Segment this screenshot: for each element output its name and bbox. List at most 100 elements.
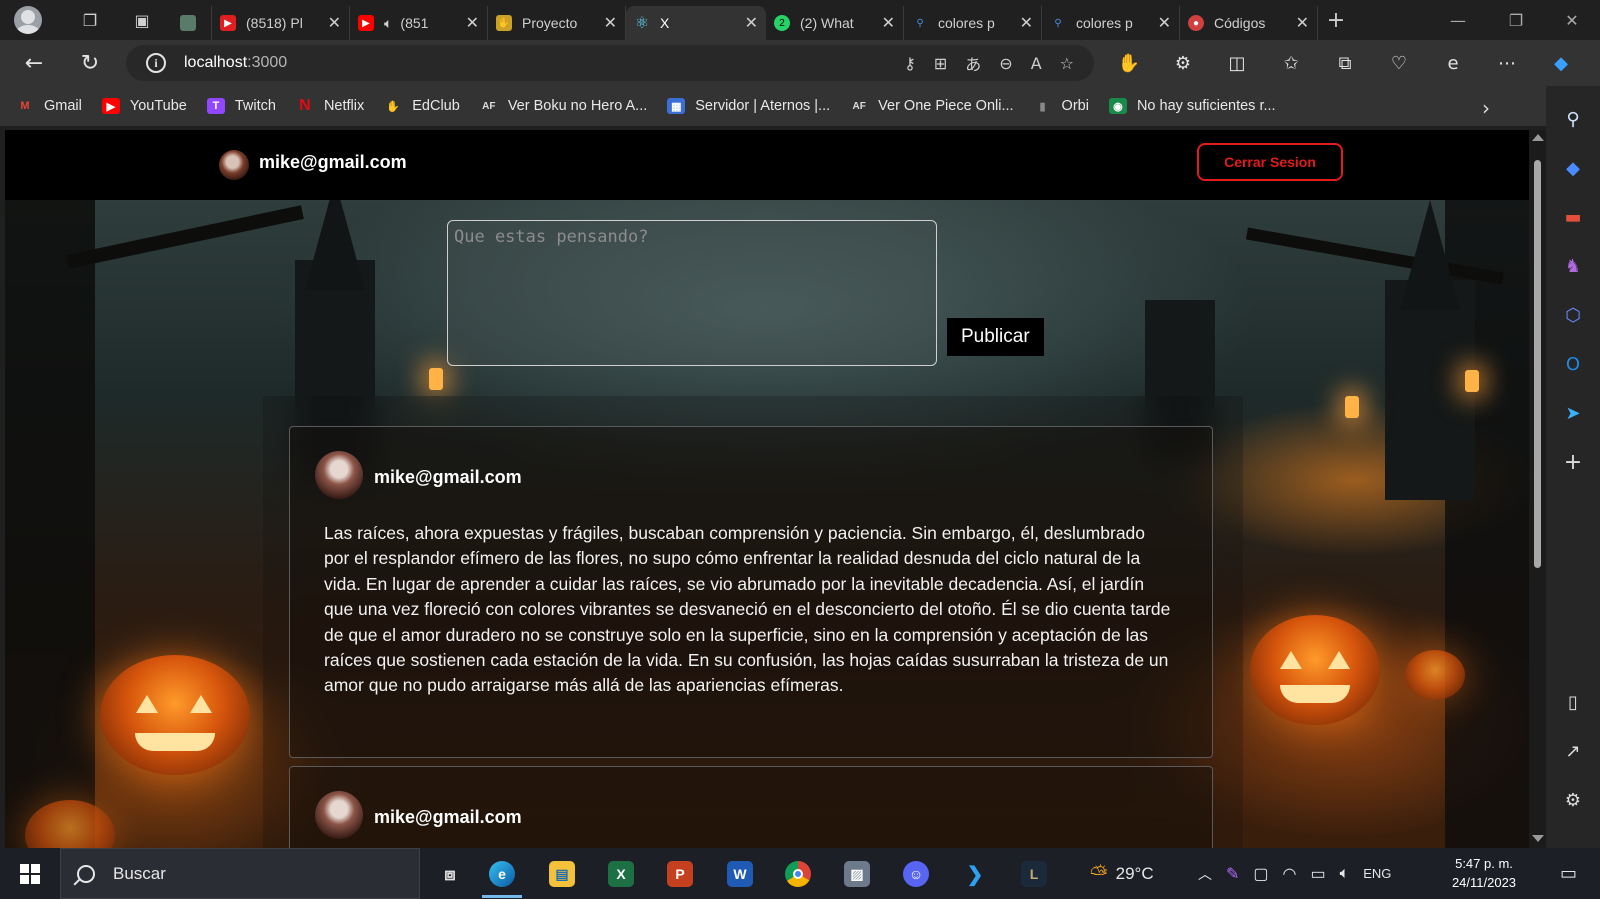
- bookmark-aternos[interactable]: ▦ Servidor | Aternos |...: [667, 98, 830, 114]
- tab-6[interactable]: ⚲ colores p ✕: [904, 6, 1042, 40]
- wifi-icon[interactable]: ◠: [1283, 864, 1297, 884]
- browser-essentials-icon[interactable]: ♡: [1376, 45, 1422, 81]
- close-icon[interactable]: ✕: [1020, 13, 1033, 33]
- zoom-out-icon[interactable]: ⊖: [999, 54, 1012, 73]
- reload-icon[interactable]: ↻: [70, 45, 110, 81]
- close-window-icon[interactable]: ✕: [1544, 0, 1600, 40]
- site-info-icon[interactable]: i: [146, 53, 166, 73]
- bookmark-twitch[interactable]: T Twitch: [206, 98, 276, 114]
- start-button[interactable]: [0, 848, 60, 899]
- bookmark-edclub[interactable]: ✋ EdClub: [384, 98, 459, 114]
- tab-5[interactable]: 2 (2) What ✕: [766, 6, 904, 40]
- discord-icon[interactable]: ☺: [894, 854, 938, 894]
- close-icon[interactable]: ✕: [466, 13, 479, 33]
- new-tab-icon[interactable]: +: [1318, 2, 1354, 38]
- weather-widget[interactable]: ⛅︎ 29°C: [1090, 848, 1154, 899]
- tab-7[interactable]: ⚲ colores p ✕: [1042, 6, 1180, 40]
- profile-avatar-icon[interactable]: [14, 6, 42, 34]
- bookmark-no-hay-suficientes[interactable]: ◉ No hay suficientes r...: [1108, 98, 1276, 114]
- post-input[interactable]: [448, 221, 936, 365]
- powerpoint-icon[interactable]: P: [658, 854, 702, 894]
- tab-1[interactable]: ▶ (8518) Pl ✕: [212, 6, 350, 40]
- edge-icon[interactable]: e: [1430, 45, 1476, 81]
- translate-icon[interactable]: あ: [965, 51, 981, 75]
- workspaces-icon[interactable]: ❐: [72, 2, 108, 38]
- chrome-icon[interactable]: [776, 854, 820, 894]
- chevron-up-icon[interactable]: ︿: [1198, 864, 1212, 884]
- sidebar-panel-icon[interactable]: ▯: [1557, 686, 1589, 718]
- taskbar-search[interactable]: Buscar: [60, 848, 420, 899]
- volume-icon[interactable]: 🔈︎: [1340, 865, 1350, 883]
- tab-8[interactable]: ● Códigos ✕: [1180, 6, 1318, 40]
- tab-3[interactable]: ✋ Proyecto ✕: [488, 6, 626, 40]
- meet-now-icon[interactable]: ▢: [1253, 864, 1268, 884]
- photos-icon[interactable]: ▨: [835, 854, 879, 894]
- send-icon[interactable]: ➤: [1557, 397, 1589, 429]
- language-indicator[interactable]: ENG: [1363, 866, 1391, 881]
- scroll-down-icon[interactable]: [1532, 835, 1544, 842]
- address-bar[interactable]: i localhost:3000 ⚷ ⊞ あ ⊖ A ☆: [126, 45, 1094, 81]
- favorites-icon[interactable]: ✩: [1268, 45, 1314, 81]
- tab-0[interactable]: [172, 6, 212, 40]
- excel-icon[interactable]: X: [599, 854, 643, 894]
- tools-icon[interactable]: ▬: [1557, 201, 1589, 233]
- external-link-icon[interactable]: ↗: [1557, 735, 1589, 767]
- restore-icon[interactable]: ❐: [1488, 0, 1544, 40]
- league-of-legends-icon[interactable]: L: [1012, 854, 1056, 894]
- collections-icon[interactable]: ⧉: [1322, 45, 1368, 81]
- vscode-icon[interactable]: ❯: [953, 854, 997, 894]
- user-avatar[interactable]: [219, 150, 249, 180]
- close-icon[interactable]: ✕: [882, 13, 895, 33]
- split-screen-icon[interactable]: ◫: [1214, 45, 1260, 81]
- tab-2[interactable]: ▶ 🔈︎ (851 ✕: [350, 6, 488, 40]
- settings-gear-icon[interactable]: ⚙: [1557, 784, 1589, 816]
- more-options-icon[interactable]: ⋯: [1484, 45, 1530, 81]
- close-icon[interactable]: ✕: [328, 13, 341, 33]
- close-icon[interactable]: ✕: [1296, 13, 1309, 33]
- task-view-icon[interactable]: ⧈: [428, 854, 472, 894]
- bookmark-gmail[interactable]: M Gmail: [16, 98, 81, 114]
- edge-app-icon[interactable]: e: [480, 854, 524, 898]
- battery-icon[interactable]: ▭: [1311, 864, 1326, 884]
- minimize-icon[interactable]: —: [1430, 0, 1486, 40]
- page-scrollbar[interactable]: [1529, 130, 1546, 848]
- bookmark-youtube[interactable]: ▶ YouTube: [101, 98, 187, 114]
- url-text[interactable]: localhost:3000: [184, 54, 287, 72]
- chevron-right-icon[interactable]: ›: [1482, 96, 1490, 120]
- add-icon[interactable]: +: [1557, 446, 1589, 478]
- bookmark-boku-no-hero[interactable]: AF Ver Boku no Hero A...: [480, 98, 647, 114]
- scroll-thumb[interactable]: [1534, 160, 1541, 568]
- bookmark-one-piece[interactable]: AF Ver One Piece Onli...: [850, 98, 1013, 114]
- games-icon[interactable]: ♞: [1557, 250, 1589, 282]
- publish-button[interactable]: Publicar: [947, 318, 1044, 356]
- outlook-icon[interactable]: O: [1557, 348, 1589, 380]
- logout-button[interactable]: Cerrar Sesion: [1197, 143, 1343, 181]
- pen-icon[interactable]: ✎: [1226, 864, 1239, 884]
- extension-hand-icon[interactable]: ✋: [1106, 45, 1152, 81]
- notifications-icon[interactable]: ▭: [1560, 848, 1577, 899]
- tab-actions-icon[interactable]: ▣: [124, 2, 160, 38]
- shopping-tag-icon[interactable]: ◆: [1557, 152, 1589, 184]
- search-icon[interactable]: ⚲: [1557, 103, 1589, 135]
- clock[interactable]: 5:47 p. m. 24/11/2023: [1444, 854, 1524, 892]
- speaker-icon[interactable]: 🔈︎: [384, 15, 392, 32]
- post-avatar[interactable]: [315, 451, 363, 499]
- app-grid-icon[interactable]: ⊞: [934, 54, 947, 73]
- copilot-icon[interactable]: ◆: [1538, 45, 1584, 81]
- back-icon[interactable]: ←: [14, 45, 54, 81]
- favorite-star-icon[interactable]: ☆: [1060, 54, 1074, 73]
- file-explorer-icon[interactable]: ▤: [540, 854, 584, 894]
- extensions-icon[interactable]: ⚙: [1160, 45, 1206, 81]
- word-icon[interactable]: W: [718, 854, 762, 894]
- close-icon[interactable]: ✕: [1158, 13, 1171, 33]
- bookmark-orbi[interactable]: ▮ Orbi: [1034, 98, 1089, 114]
- bookmark-netflix[interactable]: N Netflix: [296, 97, 364, 114]
- key-icon[interactable]: ⚷: [904, 54, 916, 73]
- microsoft-365-icon[interactable]: ⬡: [1557, 299, 1589, 331]
- tab-active[interactable]: ⚛ X ✕: [626, 6, 766, 40]
- read-aloud-icon[interactable]: A: [1031, 54, 1042, 73]
- post-avatar[interactable]: [315, 791, 363, 839]
- close-icon[interactable]: ✕: [604, 13, 617, 33]
- close-icon[interactable]: ✕: [745, 13, 758, 33]
- scroll-up-icon[interactable]: [1532, 134, 1544, 141]
